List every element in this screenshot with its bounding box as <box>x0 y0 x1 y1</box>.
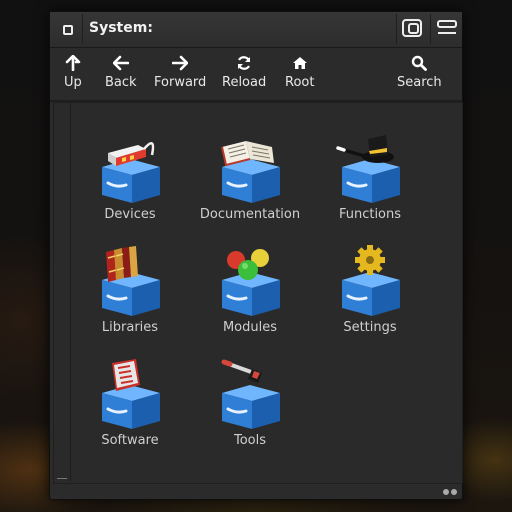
back-label: Back <box>105 75 137 90</box>
drawer-settings[interactable]: Settings <box>310 238 430 348</box>
functions-drawer-icon <box>336 135 402 205</box>
reload-icon <box>238 56 251 70</box>
drawer-software[interactable]: Software <box>70 351 190 461</box>
forward-button[interactable]: Forward <box>154 55 206 95</box>
forward-label: Forward <box>154 75 207 90</box>
drawer-label: Tools <box>233 433 267 448</box>
drawer-documentation[interactable]: Documentation <box>190 125 310 235</box>
zoom-button[interactable] <box>430 14 463 44</box>
modules-drawer-icon <box>220 249 282 318</box>
arrow-up-icon <box>65 55 81 71</box>
drawer-libraries[interactable]: Libraries <box>70 238 190 348</box>
search-button[interactable]: Search <box>397 55 442 95</box>
root-button[interactable]: Root <box>285 55 314 95</box>
drawer-label: Modules <box>222 320 278 335</box>
title-bar[interactable]: System: <box>50 12 462 48</box>
search-icon <box>412 55 428 71</box>
arrow-left-icon <box>112 55 129 71</box>
zoom-icon <box>437 20 457 34</box>
root-label: Root <box>285 75 315 90</box>
navigation-toolbar: Up Back Forward Reload Root Search <box>50 48 462 102</box>
reload-label: Reload <box>222 75 267 90</box>
documentation-drawer-icon <box>220 141 282 205</box>
settings-drawer-icon <box>340 245 402 318</box>
libraries-drawer-icon <box>100 246 162 318</box>
devices-drawer-icon <box>100 142 162 205</box>
back-button[interactable]: Back <box>105 55 137 95</box>
system-window: System: Up Back Forward Reload Root Sear… <box>49 11 463 500</box>
close-icon <box>63 25 73 35</box>
drawer-modules[interactable]: Modules <box>190 238 310 348</box>
home-icon <box>292 57 307 69</box>
reload-button[interactable]: Reload <box>222 55 266 95</box>
drawer-label: Documentation <box>199 207 301 222</box>
drawer-label: Software <box>101 433 159 448</box>
arrow-right-icon <box>172 55 189 71</box>
drawer-devices[interactable]: Devices <box>70 125 190 235</box>
drawer-label: Libraries <box>101 320 159 335</box>
status-bar <box>50 483 462 499</box>
up-label: Up <box>64 75 82 90</box>
drawer-label: Devices <box>104 207 156 222</box>
window-title: System: <box>89 20 153 36</box>
up-button[interactable]: Up <box>64 55 82 95</box>
drawer-functions[interactable]: Functions <box>310 125 430 235</box>
software-drawer-icon <box>100 359 162 431</box>
depth-button[interactable] <box>396 14 429 44</box>
search-label: Search <box>397 75 442 90</box>
left-gutter <box>54 103 71 481</box>
drawer-view[interactable]: Devices Documentation Functions Librarie… <box>53 102 463 484</box>
resize-handle[interactable] <box>443 488 459 496</box>
drawer-tools[interactable]: Tools <box>190 351 310 461</box>
drawer-label: Settings <box>343 320 397 335</box>
close-button[interactable] <box>52 14 83 44</box>
tools-drawer-icon <box>220 359 282 431</box>
drawer-label: Functions <box>338 207 402 222</box>
depth-icon <box>402 19 422 37</box>
gutter-mark <box>57 478 67 479</box>
